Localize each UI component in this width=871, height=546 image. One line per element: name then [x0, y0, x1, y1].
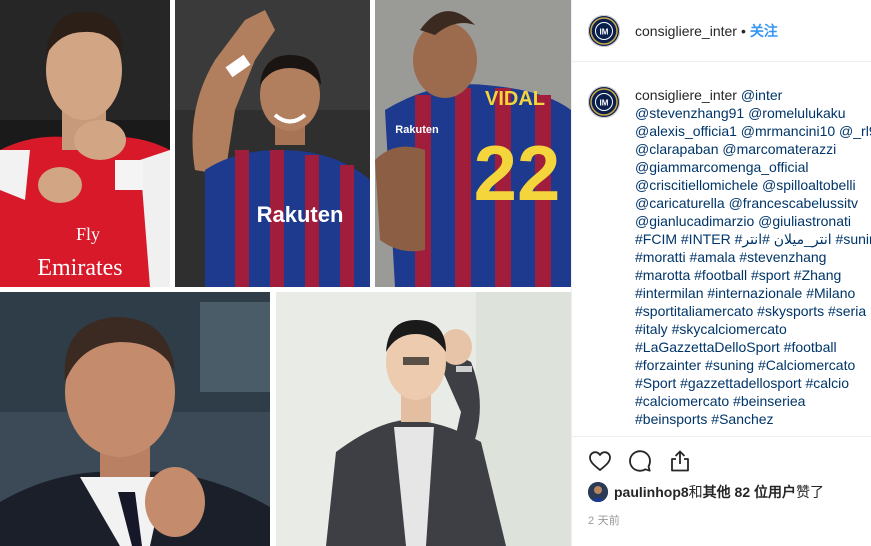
caption-tag-link[interactable]: @caricaturella [635, 195, 725, 211]
caption-tag-link[interactable]: #stevenzhang [739, 249, 826, 265]
caption-line: #marotta #football #sport #Zhang [635, 266, 871, 284]
caption-tag-link[interactable]: @gianlucadimarzio [635, 213, 754, 229]
caption-line: @gianlucadimarzio @giuliastronati [635, 212, 871, 230]
photo-man-in-suit [276, 292, 571, 546]
caption-tag-link[interactable]: #Calciomercato [758, 357, 855, 373]
caption-tag-link[interactable]: @giuliastronati [758, 213, 851, 229]
caption-line: @stevenzhang91 @romelulukaku [635, 104, 871, 122]
caption-line: #moratti #amala #stevenzhang [635, 248, 871, 266]
liker-username[interactable]: paulinhop8 [614, 484, 689, 500]
caption-line: #Sport #gazzettadellosport #calcio [635, 374, 871, 392]
caption-tag-link[interactable]: @criscitiellomichele [635, 177, 758, 193]
caption-tag-link[interactable]: #marotta [635, 267, 690, 283]
header-separator: • [740, 22, 746, 39]
header-username[interactable]: consigliere_inter [635, 23, 737, 39]
caption-tag-link[interactable]: #amala [689, 249, 735, 265]
caption-tag-link[interactable]: #forzainter [635, 357, 701, 373]
caption-tag-link[interactable]: #sportitaliamercato [635, 303, 753, 319]
caption-line: #LaGazzettaDelloSport #football [635, 338, 871, 356]
likes-others-link[interactable]: 其他 82 位用户 [703, 482, 796, 502]
caption-line: @caricaturella @francescabelussitv [635, 194, 871, 212]
post-side-panel: IM consigliere_inter • 关注 IM consigliere… [571, 0, 871, 546]
caption-tag-link[interactable]: #Sanchez [711, 411, 773, 427]
caption-tag-link[interactable]: #intermilan [635, 285, 703, 301]
caption-line: #forzainter #suning #Calciomercato [635, 356, 871, 374]
shirt-maker-text: Rakuten [395, 124, 439, 136]
sponsor-emirates-text: Emirates [37, 255, 122, 281]
share-icon[interactable] [668, 449, 692, 473]
shirt-name-text: VIDAL [485, 88, 545, 110]
caption-tag-link[interactable]: #suning [836, 231, 871, 247]
comment-icon[interactable] [628, 449, 652, 473]
caption-tag-link[interactable]: #suning [705, 357, 754, 373]
shirt-number-text: 22 [474, 129, 561, 217]
post-image-collage[interactable]: Fly Emirates Rakuten VIDAL 22 Rakuten [0, 0, 571, 546]
caption-line: @giammarcomenga_official [635, 158, 871, 176]
caption-line: @criscitiellomichele @spilloaltobelli [635, 176, 871, 194]
caption-tag-link[interactable]: @giammarcomenga_official [635, 159, 808, 175]
svg-text:IM: IM [600, 99, 609, 108]
likes-and-text: 和 [688, 484, 703, 500]
caption-tag-link[interactable]: #moratti [635, 249, 686, 265]
caption-tag-link[interactable]: @mrmancini10 [741, 123, 835, 139]
caption-tag-link[interactable]: #gazzettadellosport [680, 375, 801, 391]
caption-tag-link[interactable]: #beinsports [635, 411, 707, 427]
caption-text: consigliere_inter @inter @stevenzhang91 @… [635, 86, 871, 428]
caption-tag-link[interactable]: #calciomercato [635, 393, 729, 409]
post-timestamp[interactable]: 2 天前 [588, 512, 620, 528]
caption-line: #FCIM #INTER #انتر_ميلان #انتر #suning [635, 230, 871, 248]
caption-tag-link[interactable]: #skycalciomercato [672, 321, 787, 337]
caption-tag-link[interactable]: @stevenzhang91 [635, 105, 744, 121]
caption-area: IM consigliere_inter @inter @stevenzhang9… [572, 62, 871, 436]
caption-tag-link[interactable]: #LaGazzettaDelloSport [635, 339, 780, 355]
post-header: IM consigliere_inter • 关注 [572, 0, 871, 62]
photo-coach-looking-up [0, 292, 270, 546]
caption-tag-link[interactable]: #Sport [635, 375, 676, 391]
caption-line: @clarapaban @marcomaterazzi [635, 140, 871, 158]
caption-line: #italy #skycalciomercato [635, 320, 871, 338]
caption-tag-link[interactable]: #sport [751, 267, 790, 283]
caption-tag-link[interactable]: @_rl9 [839, 123, 871, 139]
post-actions [572, 436, 871, 484]
sponsor-rakuten-text: Rakuten [257, 202, 344, 227]
caption-tag-link[interactable]: @clarapaban [635, 141, 719, 157]
follow-button[interactable]: 关注 [750, 21, 778, 41]
photo-player-red-shirt: Fly Emirates [0, 0, 170, 287]
caption-line: consigliere_inter @inter [635, 86, 871, 104]
caption-tag-link[interactable]: #internazionale [707, 285, 802, 301]
inter-logo-icon[interactable]: IM [588, 86, 620, 118]
likes-summary: paulinhop8 和 其他 82 位用户 赞了 [588, 482, 824, 502]
inter-logo-icon[interactable]: IM [588, 14, 620, 47]
photo-player-pointing-up: Rakuten [175, 0, 370, 287]
instagram-post: Fly Emirates Rakuten VIDAL 22 Rakuten IM… [0, 0, 871, 546]
caption-line: @alexis_officia1 @mrmancini10 @_rl9 [635, 122, 871, 140]
caption-tag-link[interactable]: #seria [828, 303, 866, 319]
caption-tag-link[interactable]: @inter [741, 87, 782, 103]
caption-tag-link[interactable]: @alexis_officia1 [635, 123, 737, 139]
likes-suffix-text: 赞了 [796, 484, 825, 500]
caption-tag-link[interactable]: #skysports [757, 303, 824, 319]
caption-tag-link[interactable]: #Milano [806, 285, 855, 301]
caption-tag-link[interactable]: #italy [635, 321, 668, 337]
caption-tag-link[interactable]: @marcomaterazzi [722, 141, 836, 157]
caption-line: #calciomercato #beinseriea [635, 392, 871, 410]
svg-text:IM: IM [600, 27, 609, 36]
caption-tag-link[interactable]: #FCIM #INTER #انتر_ميلان #انتر [635, 231, 832, 247]
photo-player-back-22: VIDAL 22 Rakuten [375, 0, 571, 287]
caption-line: #sportitaliamercato #skysports #seria [635, 302, 871, 320]
caption-tag-link[interactable]: #Zhang [794, 267, 841, 283]
caption-tag-link[interactable]: #football [784, 339, 837, 355]
caption-tag-link[interactable]: @spilloaltobelli [762, 177, 856, 193]
liker-avatar[interactable] [588, 482, 608, 502]
caption-tag-link[interactable]: #calcio [805, 375, 849, 391]
heart-icon[interactable] [588, 449, 612, 473]
caption-tag-link[interactable]: @francescabelussitv [729, 195, 858, 211]
caption-tag-link[interactable]: @romelulukaku [748, 105, 845, 121]
caption-line: #beinsports #Sanchez [635, 410, 871, 428]
caption-username[interactable]: consigliere_inter [635, 87, 737, 103]
sponsor-fly-text: Fly [76, 224, 100, 244]
caption-tag-link[interactable]: #football [694, 267, 747, 283]
caption-line: #intermilan #internazionale #Milano [635, 284, 871, 302]
caption-tag-link[interactable]: #beinseriea [733, 393, 805, 409]
